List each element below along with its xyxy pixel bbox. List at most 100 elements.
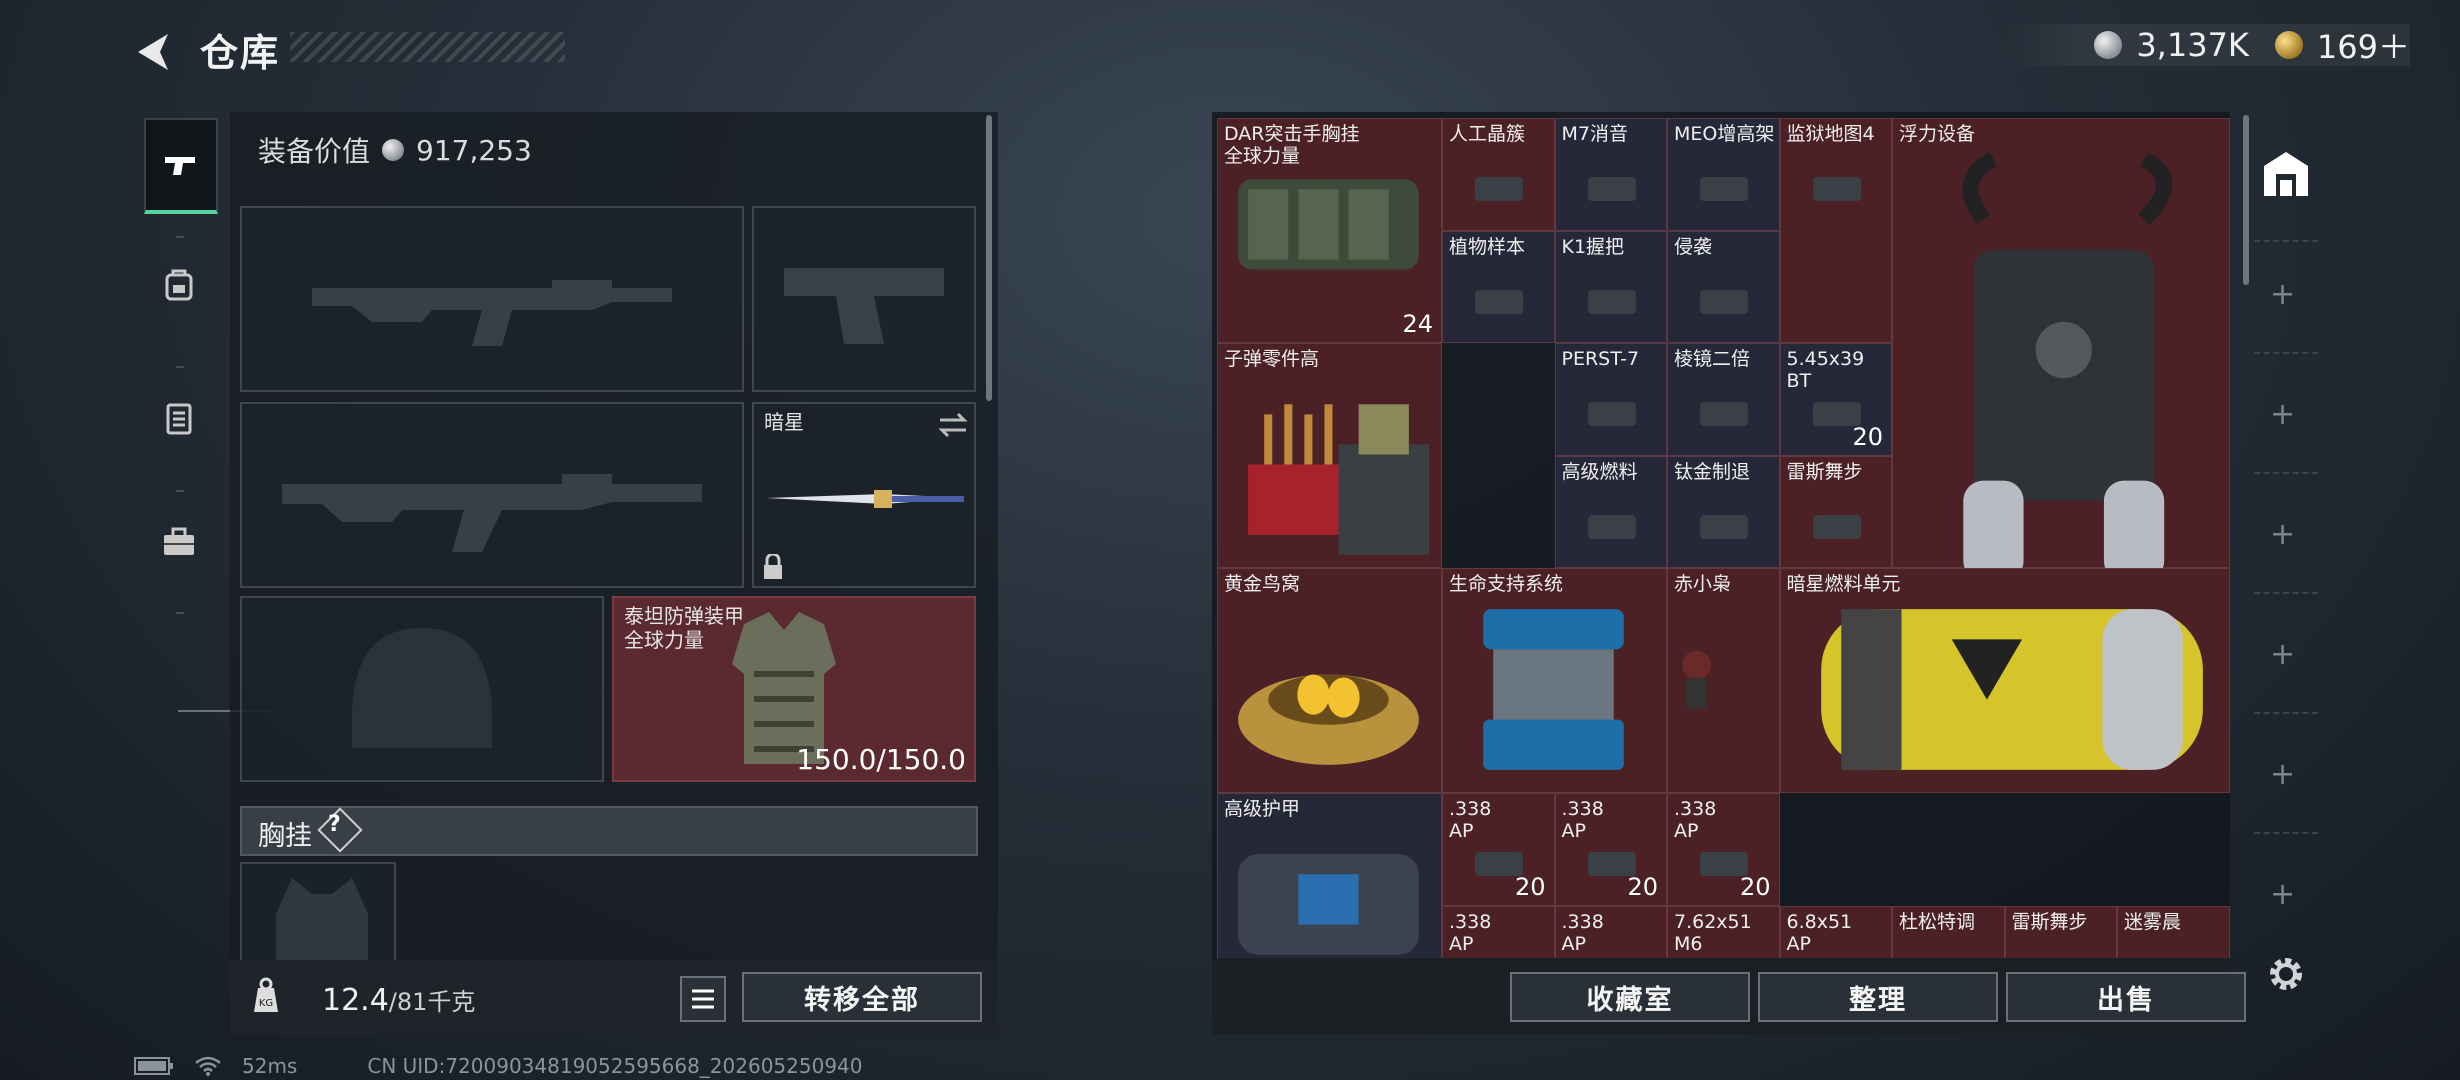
item-name: 人工晶簇: [1449, 123, 1526, 145]
item-name: .338 AP: [1449, 798, 1492, 842]
storage-item[interactable]: 赤小枭: [1667, 568, 1780, 793]
storage-item[interactable]: .338 AP: [1554, 905, 1667, 958]
storage-item[interactable]: 钛金制退: [1667, 455, 1780, 568]
item-image: [1700, 514, 1748, 539]
storage-item[interactable]: 棱镜二倍: [1667, 343, 1780, 456]
storage-item[interactable]: 雷斯舞步: [1779, 455, 1892, 568]
storage-item[interactable]: .338 AP 20: [1554, 793, 1667, 906]
item-image: [1812, 514, 1861, 539]
knife-image: [766, 490, 964, 508]
storage-item[interactable]: 人工晶簇: [1442, 118, 1555, 231]
tab-backpack[interactable]: [144, 240, 214, 330]
item-name: 高级护甲: [1224, 798, 1301, 820]
item-image: [1238, 674, 1419, 765]
melee-name: 暗星: [764, 410, 804, 434]
item-name: .338 AP: [1674, 798, 1717, 842]
weight-display: 12.4/81千克: [322, 982, 475, 1018]
title-decoration: [290, 32, 565, 62]
sell-button[interactable]: 出售: [2006, 972, 2246, 1022]
melee-slot[interactable]: 暗星: [752, 402, 976, 588]
battery-icon: [134, 1057, 173, 1075]
tab-divider: [2254, 712, 2318, 714]
add-storage-icon[interactable]: +: [2270, 517, 2295, 552]
storage-item[interactable]: 监狱地图4: [1779, 118, 1892, 343]
tab-weapons[interactable]: [144, 118, 218, 214]
status-bar: 52ms CN UID:72009034819052595668_2026052…: [134, 1054, 863, 1078]
storage-item[interactable]: 6.8x51 AP: [1779, 905, 1892, 958]
add-storage-icon[interactable]: +: [2270, 637, 2295, 672]
storage-item[interactable]: 7.62x51 M6: [1667, 905, 1780, 958]
item-count: 20: [1852, 422, 1883, 451]
add-storage-icon[interactable]: +: [2270, 277, 2295, 312]
equipment-value: 装备价值 917,253: [258, 130, 532, 170]
storage-item[interactable]: 高级护甲: [1217, 793, 1442, 958]
gear-icon[interactable]: [2264, 952, 2308, 996]
item-image: [1475, 289, 1523, 314]
item-name: 浮力设备: [1899, 123, 1976, 145]
storage-item[interactable]: 5.45x39 BT 20: [1779, 343, 1892, 456]
tab-divider: [176, 612, 184, 614]
storage-item[interactable]: M7消音: [1554, 118, 1667, 231]
storage-item[interactable]: 黄金鸟窝: [1217, 568, 1442, 793]
wifi-icon: [195, 1056, 221, 1076]
storage-item[interactable]: MEO增高架: [1667, 118, 1780, 231]
back-arrow-icon[interactable]: [130, 28, 178, 76]
left-scrollbar[interactable]: [986, 115, 992, 401]
pistol-silhouette-icon: [784, 268, 944, 344]
storage-item[interactable]: 浮力设备: [1892, 118, 2230, 569]
storage-item[interactable]: DAR突击手胸挂 全球力量 24: [1217, 118, 1442, 343]
storage-grid: DAR突击手胸挂 全球力量 24 人工晶簇 M7消音 MEO增高架 监狱地图4 浮力设备植物…: [1217, 118, 2230, 958]
storage-item[interactable]: 植物样本: [1442, 230, 1555, 343]
weight-max: /81千克: [388, 988, 476, 1016]
storage-item[interactable]: 子弹零件高: [1217, 343, 1442, 568]
storage-item[interactable]: 高级燃料: [1554, 455, 1667, 568]
armor-slot[interactable]: 泰坦防弹装甲 全球力量 150.0/150.0: [612, 596, 976, 782]
storage-item[interactable]: PERST-7: [1554, 343, 1667, 456]
storage-item[interactable]: .338 AP: [1442, 905, 1555, 958]
weight-icon: KG: [254, 977, 278, 1012]
collection-room-button[interactable]: 收藏室: [1510, 972, 1750, 1022]
chest-rig-slot[interactable]: [240, 862, 396, 962]
storage-item[interactable]: 暗星燃料单元: [1779, 568, 2230, 793]
item-image: [1682, 650, 1711, 709]
item-name: 侵袭: [1674, 235, 1713, 258]
item-name: 雷斯舞步: [1786, 460, 1863, 483]
item-name: K1握把: [1561, 235, 1625, 258]
storage-item[interactable]: 侵袭: [1667, 230, 1780, 343]
sidearm-slot[interactable]: [752, 206, 976, 392]
add-storage-icon[interactable]: +: [2270, 397, 2295, 432]
secondary-weapon-slot[interactable]: [240, 402, 744, 588]
add-storage-icon[interactable]: +: [2270, 757, 2295, 792]
storage-item[interactable]: 迷雾晨: [2117, 905, 2230, 958]
storage-item[interactable]: K1握把: [1554, 230, 1667, 343]
item-image: [1820, 609, 2203, 770]
helmet-silhouette-icon: [352, 628, 492, 748]
swap-icon[interactable]: [938, 412, 968, 438]
item-name: .338 AP: [1449, 910, 1492, 955]
organize-button[interactable]: 整理: [1758, 972, 1998, 1022]
storage-item[interactable]: 生命支持系统: [1442, 568, 1667, 793]
tab-container[interactable]: [144, 372, 214, 462]
weight-current: 12.4: [322, 983, 389, 1018]
tab-divider: [176, 366, 184, 368]
add-storage-icon[interactable]: +: [2270, 877, 2295, 912]
storage-item[interactable]: .338 AP 20: [1442, 793, 1555, 906]
item-name: 迷雾晨: [2124, 910, 2182, 933]
primary-weapon-slot[interactable]: [240, 206, 744, 392]
storage-item[interactable]: 杜松特调: [1892, 905, 2005, 958]
storage-item[interactable]: 雷斯舞步: [2004, 905, 2117, 958]
storage-item[interactable]: .338 AP 20: [1667, 793, 1780, 906]
item-image: [1248, 404, 1429, 555]
warehouse-icon[interactable]: [2260, 148, 2312, 200]
gold-amount[interactable]: 169＋: [2317, 22, 2410, 68]
tab-toolbox[interactable]: [144, 496, 214, 586]
transfer-all-button[interactable]: 转移全部: [742, 972, 982, 1022]
gold-coin-icon: [2274, 31, 2303, 59]
item-image: [1475, 177, 1523, 201]
helmet-slot[interactable]: [240, 596, 604, 782]
vest-silhouette-icon: [276, 878, 368, 960]
item-name: 6.8x51 AP: [1786, 910, 1853, 955]
rifle-silhouette-icon: [282, 474, 702, 552]
tab-divider: [176, 490, 184, 492]
list-view-button[interactable]: [680, 976, 726, 1022]
